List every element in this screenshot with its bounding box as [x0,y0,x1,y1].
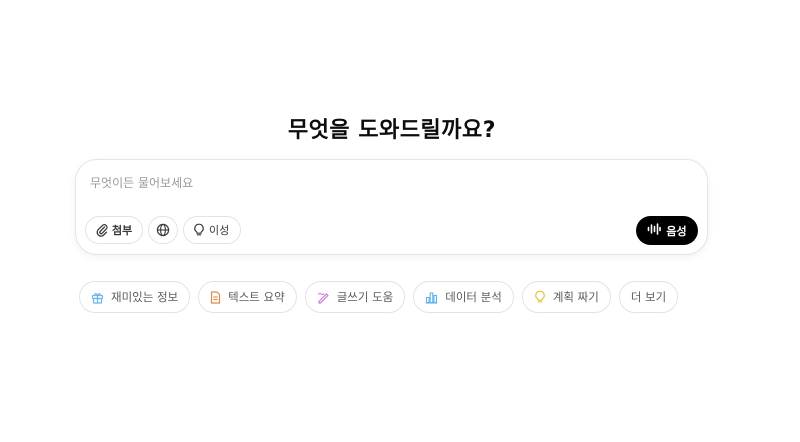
waveform-icon [647,223,662,238]
suggestion-summarize[interactable]: 텍스트 요약 [198,281,297,313]
suggestion-label: 재미있는 정보 [111,290,179,304]
chat-home: 무엇을 도와드릴까요? 첨부 [0,0,800,442]
suggestion-label: 데이터 분석 [445,290,502,304]
document-icon [210,290,221,304]
prompt-composer: 첨부 이성 [75,159,708,255]
suggestion-fun-facts[interactable]: 재미있는 정보 [79,281,191,313]
suggestion-data-analysis[interactable]: 데이터 분석 [413,281,514,313]
pen-icon [317,291,330,304]
suggestion-label: 계획 짜기 [552,290,599,304]
voice-button[interactable]: 음성 [636,216,698,245]
suggestion-writing[interactable]: 글쓰기 도움 [304,281,406,313]
prompt-input[interactable] [90,172,650,194]
suggestion-label: 더 보기 [630,290,667,304]
web-search-button[interactable] [148,216,178,244]
suggestion-more[interactable]: 더 보기 [618,281,679,313]
bar-chart-icon [425,291,438,304]
lightbulb-icon [534,290,546,304]
page-title: 무엇을 도와드릴까요? [287,118,497,143]
gift-icon [91,291,104,304]
suggestion-chips: 재미있는 정보 텍스트 요약 글쓰기 도움 데이터 분석 계획 짜기 더 보기 [79,281,679,313]
reason-label: 이성 [209,224,230,237]
paperclip-icon [96,223,108,237]
reason-button[interactable]: 이성 [183,216,241,244]
attach-label: 첨부 [112,224,133,237]
attach-button[interactable]: 첨부 [85,216,143,244]
globe-icon [156,223,170,237]
suggestion-label: 텍스트 요약 [228,290,285,304]
suggestion-planning[interactable]: 계획 짜기 [521,281,611,313]
suggestion-label: 글쓰기 도움 [336,290,394,304]
lightbulb-icon [193,223,205,237]
composer-toolbar: 첨부 이성 [85,216,241,244]
voice-label: 음성 [666,224,687,238]
